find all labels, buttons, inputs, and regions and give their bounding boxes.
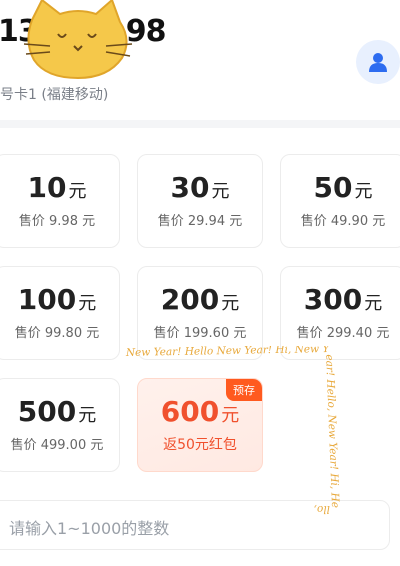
avatar[interactable]: [356, 40, 400, 84]
option-price: 售价 49.90 元: [300, 214, 386, 229]
sim-label[interactable]: 号卡1 (福建移动): [0, 84, 108, 104]
option-unit: 元: [221, 405, 240, 426]
option-price: 售价 29.94 元: [157, 214, 243, 229]
option-price: 售价 499.00 元: [10, 438, 104, 453]
option-amount: 10: [27, 171, 67, 204]
prestore-badge: 预存: [226, 379, 262, 401]
option-unit: 元: [354, 181, 373, 202]
recharge-option-50[interactable]: 50 元 售价 49.90 元: [280, 154, 400, 248]
option-price: 售价 199.60 元: [153, 326, 247, 341]
option-price: 售价 99.80 元: [14, 326, 100, 341]
option-unit: 元: [221, 293, 240, 314]
account-header: 13 98 号卡1 (福建移动): [0, 0, 400, 120]
recharge-option-30[interactable]: 30 元 售价 29.94 元: [137, 154, 263, 248]
option-unit: 元: [211, 181, 230, 202]
option-amount: 600: [160, 395, 220, 428]
recharge-option-100[interactable]: 100 元 售价 99.80 元: [0, 266, 120, 360]
option-amount: 200: [160, 283, 220, 316]
option-price: 售价 299.40 元: [296, 326, 390, 341]
option-amount: 50: [313, 171, 353, 204]
recharge-option-200[interactable]: 200 元 售价 199.60 元: [137, 266, 263, 360]
recharge-option-300[interactable]: 300 元 售价 299.40 元: [280, 266, 400, 360]
cat-sticker-icon: [23, 0, 133, 80]
option-bonus: 返50元红包: [163, 437, 237, 453]
option-unit: 元: [364, 293, 383, 314]
option-amount: 300: [303, 283, 363, 316]
user-icon: [369, 53, 387, 72]
custom-amount-input[interactable]: 请输入1~1000的整数: [0, 500, 390, 550]
option-unit: 元: [68, 181, 87, 202]
option-unit: 元: [78, 293, 97, 314]
recharge-option-500[interactable]: 500 元 售价 499.00 元: [0, 378, 120, 472]
option-amount: 500: [17, 395, 77, 428]
recharge-option-600[interactable]: 预存 600 元 返50元红包: [137, 378, 263, 472]
option-unit: 元: [78, 405, 97, 426]
option-amount: 100: [17, 283, 77, 316]
custom-amount-placeholder: 请输入1~1000的整数: [9, 519, 170, 538]
option-price: 售价 9.98 元: [18, 214, 96, 229]
recharge-option-10[interactable]: 10 元 售价 9.98 元: [0, 154, 120, 248]
option-amount: 30: [170, 171, 210, 204]
